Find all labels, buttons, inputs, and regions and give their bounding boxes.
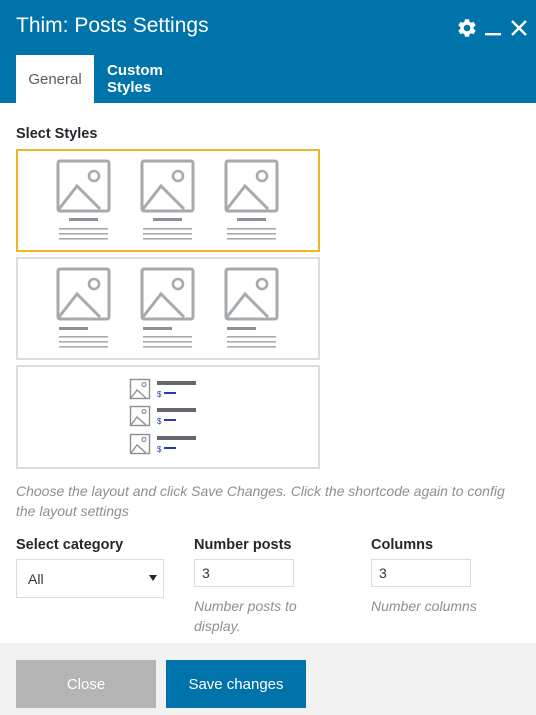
close-icon[interactable] xyxy=(506,15,532,41)
number-posts-help: Number posts to display. xyxy=(194,598,297,634)
tab-custom-styles[interactable]: Custom Styles xyxy=(104,55,204,103)
category-select[interactable]: All xyxy=(16,559,164,598)
category-label: Select category xyxy=(16,537,124,553)
header-controls xyxy=(454,15,532,41)
columns-help: Number columns xyxy=(371,598,477,614)
category-select-value: All xyxy=(28,570,44,587)
style-option-grid-2[interactable] xyxy=(16,257,320,360)
number-posts-label: Number posts xyxy=(194,537,292,553)
dropdown-arrow-icon xyxy=(149,575,157,581)
grid-layout-icon xyxy=(56,159,279,240)
styles-label: Slect Styles xyxy=(16,126,98,142)
svg-text:$: $ xyxy=(157,417,162,426)
columns-label: Columns xyxy=(371,537,434,553)
grid-layout-icon xyxy=(56,267,279,348)
styles-help-text: Choose the layout and click Save Changes… xyxy=(16,483,505,519)
gear-icon[interactable] xyxy=(454,15,480,41)
columns-input[interactable] xyxy=(371,559,471,587)
minimize-icon[interactable] xyxy=(480,15,506,41)
number-posts-input[interactable] xyxy=(194,559,294,587)
modal-header: Thim: Posts Settings General Custom Styl… xyxy=(0,0,536,103)
svg-text:$: $ xyxy=(157,390,162,399)
style-option-list[interactable]: $ $ $ xyxy=(16,365,320,469)
tab-general[interactable]: General xyxy=(16,55,94,103)
style-option-grid-1[interactable] xyxy=(16,149,320,252)
svg-text:$: $ xyxy=(157,445,162,454)
list-layout-icon: $ $ $ xyxy=(129,378,196,455)
close-button[interactable]: Close xyxy=(16,660,156,708)
modal-title: Thim: Posts Settings xyxy=(16,14,209,37)
save-changes-button[interactable]: Save changes xyxy=(166,660,306,708)
